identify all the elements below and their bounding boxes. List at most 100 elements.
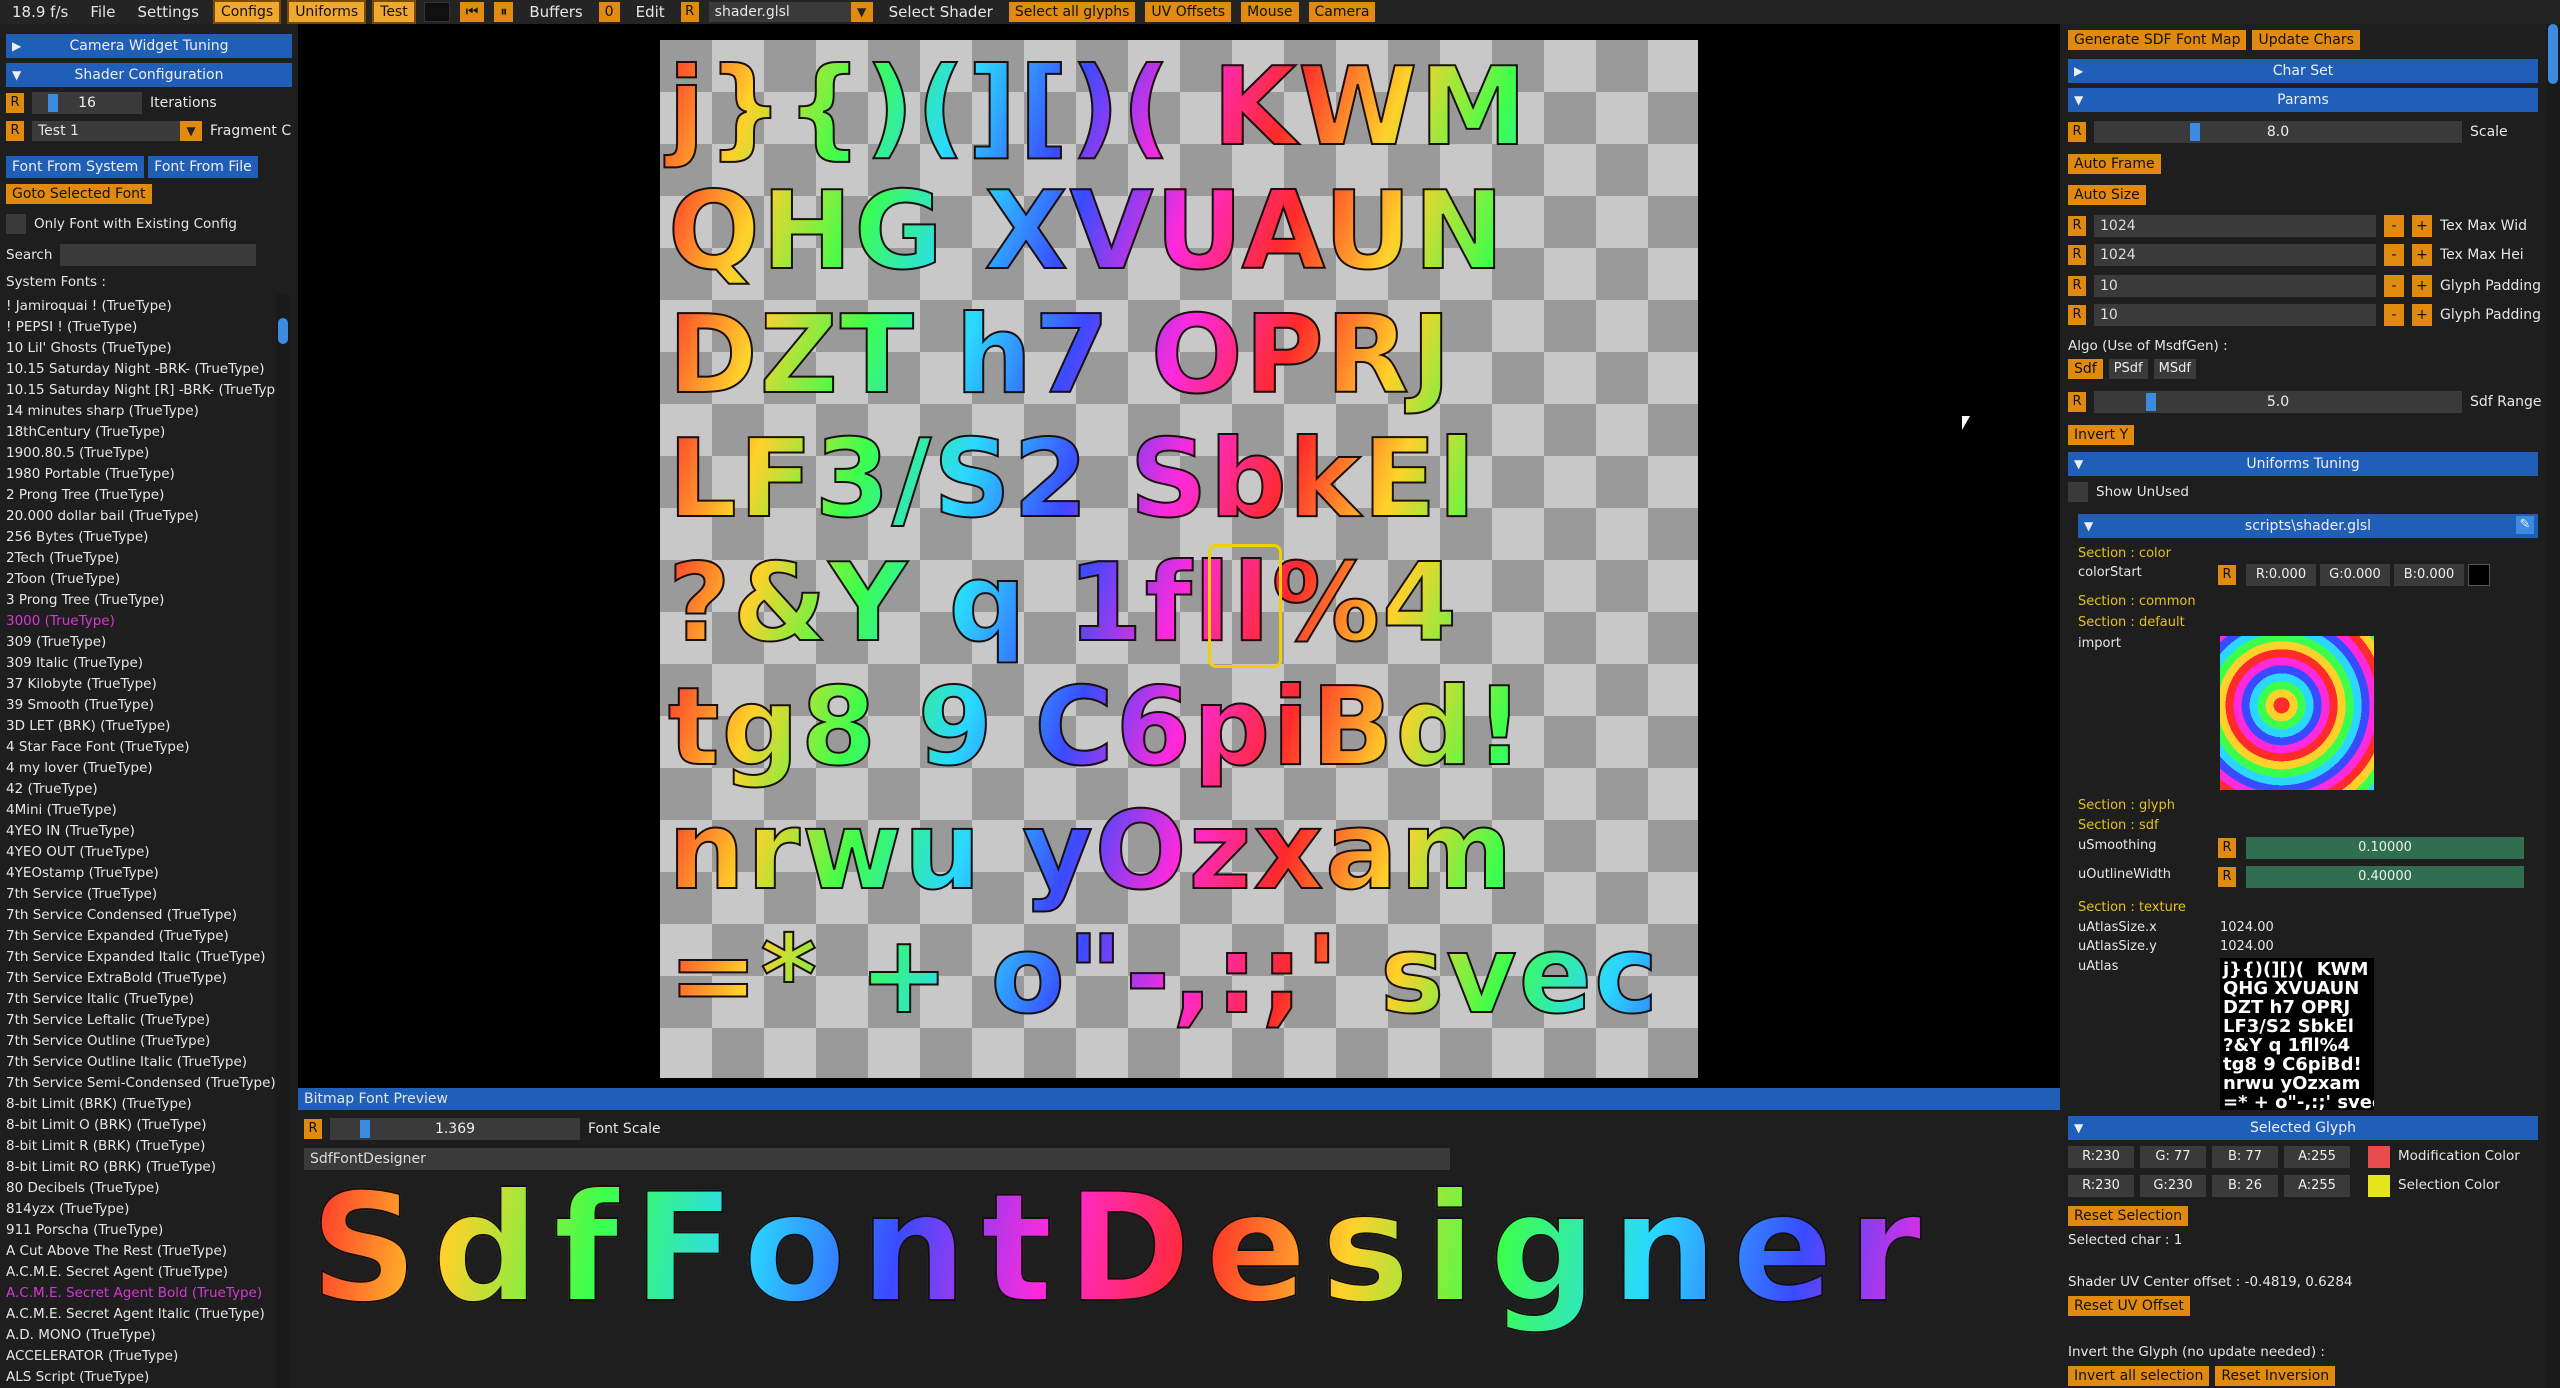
shader-combo[interactable]: shader.glsl ▼ bbox=[708, 2, 873, 22]
font-list-item[interactable]: 2 Prong Tree (TrueType) bbox=[6, 485, 276, 506]
font-list-item[interactable]: 3000 (TrueType) bbox=[6, 611, 276, 632]
reset-padding-button[interactable]: R bbox=[2068, 305, 2086, 325]
glyph-viewport[interactable]: j}{)(][)( KWM QHG XVUAUN DZT h7 OPRJ LF3/S2… bbox=[298, 24, 2060, 1088]
reset-selection-button[interactable]: Reset Selection bbox=[2068, 1206, 2189, 1226]
mod-color-swatch[interactable] bbox=[2368, 1146, 2390, 1168]
glyph-row[interactable]: j}{)(][)( KWM bbox=[660, 47, 1698, 169]
sel-color-b[interactable]: B: 26 bbox=[2212, 1175, 2278, 1197]
minus-icon[interactable]: - bbox=[2384, 275, 2404, 297]
font-list-item[interactable]: 80 Decibels (TrueType) bbox=[6, 1178, 276, 1199]
edit-pencil-icon[interactable]: ✎ bbox=[2516, 516, 2534, 534]
font-list-item[interactable]: 42 (TrueType) bbox=[6, 779, 276, 800]
uv-offsets-button[interactable]: UV Offsets bbox=[1145, 2, 1232, 22]
reset-outline-button[interactable]: R bbox=[2218, 867, 2236, 887]
font-list-item[interactable]: 256 Bytes (TrueType) bbox=[6, 527, 276, 548]
pause-icon[interactable]: ⏸ bbox=[494, 2, 514, 22]
algo-msdf-button[interactable]: MSdf bbox=[2153, 359, 2196, 379]
uniforms-toggle[interactable]: Uniforms bbox=[287, 0, 367, 24]
glyph-row[interactable]: LF3/S2 SbkEl bbox=[660, 419, 1698, 541]
sel-color-a[interactable]: A:255 bbox=[2284, 1175, 2350, 1197]
font-list-item[interactable]: A.C.M.E. Secret Agent (TrueType) bbox=[6, 1262, 276, 1283]
auto-size-button[interactable]: Auto Size bbox=[2068, 185, 2146, 205]
font-list-item[interactable]: 7th Service Italic (TrueType) bbox=[6, 989, 276, 1010]
font-list-item[interactable]: 4YEOstamp (TrueType) bbox=[6, 863, 276, 884]
color-start-swatch[interactable] bbox=[2468, 564, 2490, 586]
buffers-count[interactable]: 0 bbox=[598, 2, 620, 22]
menu-file[interactable]: File bbox=[84, 0, 121, 24]
color-square[interactable] bbox=[423, 2, 450, 22]
glyph-row[interactable]: nrwu yOzxam bbox=[660, 791, 1698, 913]
plus-icon[interactable]: + bbox=[2412, 275, 2432, 297]
outline-slider[interactable]: 0.40000 bbox=[2246, 866, 2524, 888]
params-header[interactable]: ▼ Params bbox=[2068, 88, 2538, 112]
font-list-item[interactable]: 309 Italic (TrueType) bbox=[6, 653, 276, 674]
configs-toggle[interactable]: Configs bbox=[212, 0, 282, 24]
glyph-row[interactable]: tg8 9 C6piBd! bbox=[660, 667, 1698, 789]
reset-color-start-button[interactable]: R bbox=[2218, 565, 2236, 585]
minus-icon[interactable]: - bbox=[2384, 244, 2404, 266]
minus-icon[interactable]: - bbox=[2384, 304, 2404, 326]
mouse-button[interactable]: Mouse bbox=[1241, 2, 1299, 22]
font-list-item[interactable]: 7th Service Expanded Italic (TrueType) bbox=[6, 947, 276, 968]
font-list-item[interactable]: A.D. MONO (TrueType) bbox=[6, 1325, 276, 1346]
plus-icon[interactable]: + bbox=[2412, 244, 2432, 266]
invert-all-selection-button[interactable]: Invert all selection bbox=[2068, 1366, 2210, 1386]
char-set-header[interactable]: ▶ Char Set bbox=[2068, 59, 2538, 83]
font-list-item[interactable]: 7th Service Outline (TrueType) bbox=[6, 1031, 276, 1052]
font-list-item[interactable]: 4YEO OUT (TrueType) bbox=[6, 842, 276, 863]
search-input[interactable] bbox=[60, 244, 257, 266]
reset-fragment-button[interactable]: R bbox=[6, 121, 24, 141]
font-list-item[interactable]: 7th Service Expanded (TrueType) bbox=[6, 926, 276, 947]
reset-scale-button[interactable]: R bbox=[2068, 122, 2086, 142]
reset-tex-height-button[interactable]: R bbox=[2068, 245, 2086, 265]
font-list-item[interactable]: 8-bit Limit RO (BRK) (TrueType) bbox=[6, 1157, 276, 1178]
font-list-item[interactable]: 4YEO IN (TrueType) bbox=[6, 821, 276, 842]
font-list-scrollbar[interactable] bbox=[276, 294, 290, 1388]
font-list-item[interactable]: ALS Script (TrueType) bbox=[6, 1367, 276, 1388]
right-panel-scrollbar[interactable] bbox=[2546, 24, 2560, 1388]
skip-start-icon[interactable]: ⏮ bbox=[459, 2, 485, 22]
test-combo[interactable]: Test 1 ▼ bbox=[32, 121, 202, 141]
show-unused-checkbox[interactable] bbox=[2068, 482, 2088, 502]
select-all-glyphs-button[interactable]: Select all glyphs bbox=[1008, 2, 1136, 22]
font-list-item[interactable]: A.C.M.E. Secret Agent Bold (TrueType) bbox=[6, 1283, 276, 1304]
reset-inversion-button[interactable]: Reset Inversion bbox=[2215, 1366, 2336, 1386]
tex-width-input[interactable]: 1024 bbox=[2094, 215, 2376, 237]
font-list-item[interactable]: ! Jamiroquai ! (TrueType) bbox=[6, 296, 276, 317]
camera-widget-header[interactable]: ▶ Camera Widget Tuning bbox=[6, 34, 292, 58]
reset-uv-offset-button[interactable]: Reset UV Offset bbox=[2068, 1296, 2190, 1316]
font-list-item[interactable]: 911 Porscha (TrueType) bbox=[6, 1220, 276, 1241]
font-list-item[interactable]: 7th Service Semi-Condensed (TrueType) bbox=[6, 1073, 276, 1094]
mod-color-g[interactable]: G: 77 bbox=[2140, 1146, 2206, 1168]
font-list-item[interactable]: 7th Service (TrueType) bbox=[6, 884, 276, 905]
font-atlas-canvas[interactable]: j}{)(][)( KWM QHG XVUAUN DZT h7 OPRJ LF3/S2… bbox=[660, 40, 1698, 1078]
reload-shader-button[interactable]: R bbox=[680, 2, 699, 22]
color-start-g[interactable]: G:0.000 bbox=[2320, 564, 2390, 586]
font-list-item[interactable]: 7th Service Condensed (TrueType) bbox=[6, 905, 276, 926]
font-list-item[interactable]: 7th Service Outline Italic (TrueType) bbox=[6, 1052, 276, 1073]
shader-config-header[interactable]: ▼ Shader Configuration bbox=[6, 63, 292, 87]
reset-tex-width-button[interactable]: R bbox=[2068, 216, 2086, 236]
font-list-item[interactable]: 14 minutes sharp (TrueType) bbox=[6, 401, 276, 422]
font-list-item[interactable]: 3D LET (BRK) (TrueType) bbox=[6, 716, 276, 737]
reset-padding-button[interactable]: R bbox=[2068, 276, 2086, 296]
font-list-item[interactable]: 37 Kilobyte (TrueType) bbox=[6, 674, 276, 695]
font-list-item[interactable]: 20.000 dollar bail (TrueType) bbox=[6, 506, 276, 527]
reset-font-scale-button[interactable]: R bbox=[304, 1119, 322, 1139]
glyph-row[interactable]: =* + o"-,:;' svec bbox=[660, 915, 1698, 1037]
update-chars-button[interactable]: Update Chars bbox=[2252, 30, 2360, 50]
selected-glyph-header[interactable]: ▼ Selected Glyph bbox=[2068, 1116, 2538, 1140]
font-list-item[interactable]: 1980 Portable (TrueType) bbox=[6, 464, 276, 485]
glyph-padding-input-1[interactable]: 10 bbox=[2094, 275, 2376, 297]
font-list-item[interactable]: 39 Smooth (TrueType) bbox=[6, 695, 276, 716]
sel-color-swatch[interactable] bbox=[2368, 1175, 2390, 1197]
algo-sdf-button[interactable]: Sdf bbox=[2068, 359, 2103, 379]
smoothing-slider[interactable]: 0.10000 bbox=[2246, 837, 2524, 859]
sdf-range-slider[interactable]: 5.0 bbox=[2094, 391, 2462, 413]
font-list-item[interactable]: 4Mini (TrueType) bbox=[6, 800, 276, 821]
scale-slider[interactable]: 8.0 bbox=[2094, 121, 2462, 143]
font-list-item[interactable]: 309 (TrueType) bbox=[6, 632, 276, 653]
font-list-item[interactable]: 8-bit Limit O (BRK) (TrueType) bbox=[6, 1115, 276, 1136]
algo-psdf-button[interactable]: PSdf bbox=[2108, 359, 2148, 379]
font-scale-slider[interactable]: 1.369 bbox=[330, 1118, 580, 1140]
